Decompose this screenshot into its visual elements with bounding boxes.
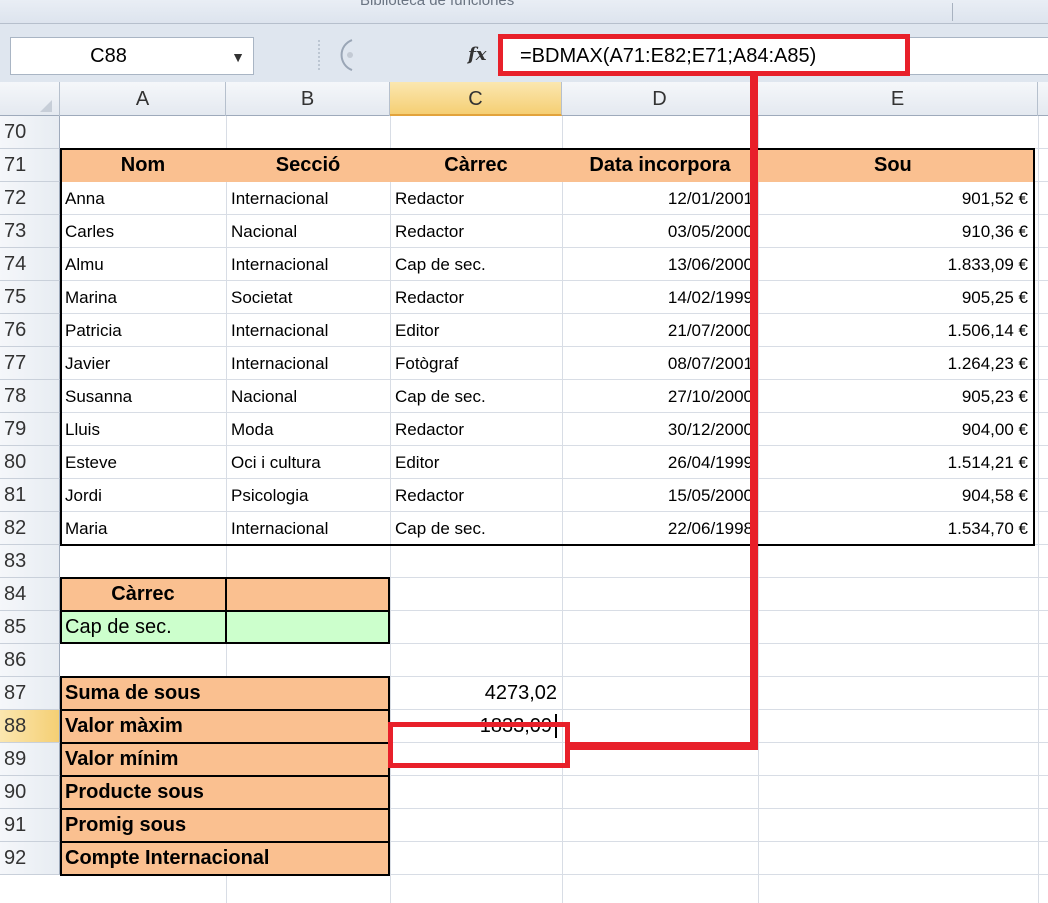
insert-function-icon[interactable]: fx	[468, 44, 486, 65]
select-all-corner[interactable]	[0, 82, 60, 116]
table-cell[interactable]: Susanna	[60, 380, 226, 413]
column-header-b[interactable]: B	[226, 82, 390, 116]
summary-label[interactable]: Promig sous	[60, 809, 390, 842]
ribbon-group-label: Biblioteca de funciones	[360, 0, 515, 9]
ribbon-strip: Biblioteca de funciones	[0, 0, 1048, 24]
table-cell[interactable]: 1.506,14 €	[758, 314, 1033, 347]
table-cell[interactable]: Internacional	[226, 347, 390, 380]
table-cell[interactable]: 901,52 €	[758, 182, 1033, 215]
summary-label[interactable]: Valor mínim	[60, 743, 390, 776]
table-cell[interactable]: Editor	[390, 314, 562, 347]
table-cell[interactable]: Lluis	[60, 413, 226, 446]
criteria-header-empty-cell[interactable]	[226, 578, 390, 611]
table-cell[interactable]: Jordi	[60, 479, 226, 512]
summary-label[interactable]: Compte Internacional	[60, 842, 390, 875]
criteria-value-cell[interactable]: Cap de sec.	[60, 611, 226, 644]
criteria-value-empty-cell[interactable]	[226, 611, 390, 644]
name-box[interactable]: C88 ▼	[10, 37, 254, 75]
select-all-icon	[40, 100, 52, 112]
summary-value[interactable]	[390, 842, 562, 875]
table-cell[interactable]: Cap de sec.	[390, 380, 562, 413]
table-cell[interactable]: 30/12/2000	[562, 413, 758, 446]
summary-label[interactable]: Suma de sous	[60, 677, 390, 710]
table-cell[interactable]: 1.534,70 €	[758, 512, 1033, 545]
ribbon-separator	[952, 3, 953, 21]
formula-highlight-box	[498, 34, 910, 76]
table-cell[interactable]: 1.833,09 €	[758, 248, 1033, 281]
table-cell[interactable]: Javier	[60, 347, 226, 380]
table-cell[interactable]: Redactor	[390, 182, 562, 215]
table-cell[interactable]: Maria	[60, 512, 226, 545]
table-cell[interactable]: 904,58 €	[758, 479, 1033, 512]
summary-value[interactable]: 4273,02	[390, 677, 562, 710]
column-header-a[interactable]: A	[60, 82, 226, 116]
spreadsheet-grid: A B C D E 70 71 72 73 74 75 76 77 78 79 …	[0, 82, 1048, 903]
table-cell[interactable]: Internacional	[226, 512, 390, 545]
table-cell[interactable]: 910,36 €	[758, 215, 1033, 248]
table-cell[interactable]: 22/06/1998	[562, 512, 758, 545]
table-cell[interactable]: Editor	[390, 446, 562, 479]
table-cell[interactable]: 14/02/1999	[562, 281, 758, 314]
table-cell[interactable]: Cap de sec.	[390, 248, 562, 281]
table-cell[interactable]: Internacional	[226, 314, 390, 347]
table-cell[interactable]: Internacional	[226, 248, 390, 281]
table-cell[interactable]: 27/10/2000	[562, 380, 758, 413]
table-cell[interactable]: Redactor	[390, 215, 562, 248]
table-cell[interactable]: Carles	[60, 215, 226, 248]
table-header-cell[interactable]: Sou	[758, 149, 1033, 182]
table-header-cell[interactable]: Nom	[60, 149, 226, 182]
table-cell[interactable]: Marina	[60, 281, 226, 314]
table-cell[interactable]: Anna	[60, 182, 226, 215]
table-cell[interactable]: 21/07/2000	[562, 314, 758, 347]
table-cell[interactable]: 03/05/2000	[562, 215, 758, 248]
criteria-header-cell[interactable]: Càrrec	[60, 578, 226, 611]
summary-label[interactable]: Producte sous	[60, 776, 390, 809]
table-header-cell[interactable]: Secció	[226, 149, 390, 182]
table-cell[interactable]: Internacional	[226, 182, 390, 215]
table-header-cell[interactable]: Càrrec	[390, 149, 562, 182]
table-cell[interactable]: 26/04/1999	[562, 446, 758, 479]
summary-value[interactable]	[390, 776, 562, 809]
gridline	[1038, 116, 1039, 903]
chevron-down-icon[interactable]: ▼	[231, 49, 245, 65]
result-highlight-box	[388, 722, 570, 768]
table-cell[interactable]: Redactor	[390, 479, 562, 512]
summary-label[interactable]: Valor màxim	[60, 710, 390, 743]
connector-line-horizontal	[566, 742, 758, 750]
table-cell[interactable]: 905,25 €	[758, 281, 1033, 314]
table-cell[interactable]: Fotògraf	[390, 347, 562, 380]
table-cell[interactable]: Almu	[60, 248, 226, 281]
name-box-value: C88	[90, 45, 127, 67]
table-cell[interactable]: 15/05/2000	[562, 479, 758, 512]
table-cell[interactable]: 1.264,23 €	[758, 347, 1033, 380]
column-header-d[interactable]: D	[562, 82, 758, 116]
table-cell[interactable]: 1.514,21 €	[758, 446, 1033, 479]
table-cell[interactable]: Redactor	[390, 413, 562, 446]
table-cell[interactable]: 904,00 €	[758, 413, 1033, 446]
column-header-e[interactable]: E	[758, 82, 1038, 116]
table-cell[interactable]: Redactor	[390, 281, 562, 314]
table-cell[interactable]: Nacional	[226, 215, 390, 248]
connector-line-vertical	[750, 74, 758, 750]
table-cell[interactable]: Patricia	[60, 314, 226, 347]
table-cell[interactable]: 12/01/2001	[562, 182, 758, 215]
table-cell[interactable]: Moda	[226, 413, 390, 446]
table-cell[interactable]: 13/06/2000	[562, 248, 758, 281]
table-cell[interactable]: Oci i cultura	[226, 446, 390, 479]
table-cell[interactable]: Esteve	[60, 446, 226, 479]
table-cell[interactable]: 08/07/2001	[562, 347, 758, 380]
table-cell[interactable]: Psicologia	[226, 479, 390, 512]
formula-bar-resize-icon	[340, 39, 353, 71]
table-header-cell[interactable]: Data incorpora	[562, 149, 758, 182]
formula-bar-divider	[318, 40, 320, 70]
table-cell[interactable]: Cap de sec.	[390, 512, 562, 545]
table-cell[interactable]: Societat	[226, 281, 390, 314]
column-header-c[interactable]: C	[390, 82, 562, 116]
table-cell[interactable]: Nacional	[226, 380, 390, 413]
column-headers: A B C D E	[0, 82, 1048, 116]
cell-area: Nom Secció Càrrec Data incorpora Sou Ann…	[0, 116, 1048, 903]
table-cell[interactable]: 905,23 €	[758, 380, 1033, 413]
summary-value[interactable]	[390, 809, 562, 842]
